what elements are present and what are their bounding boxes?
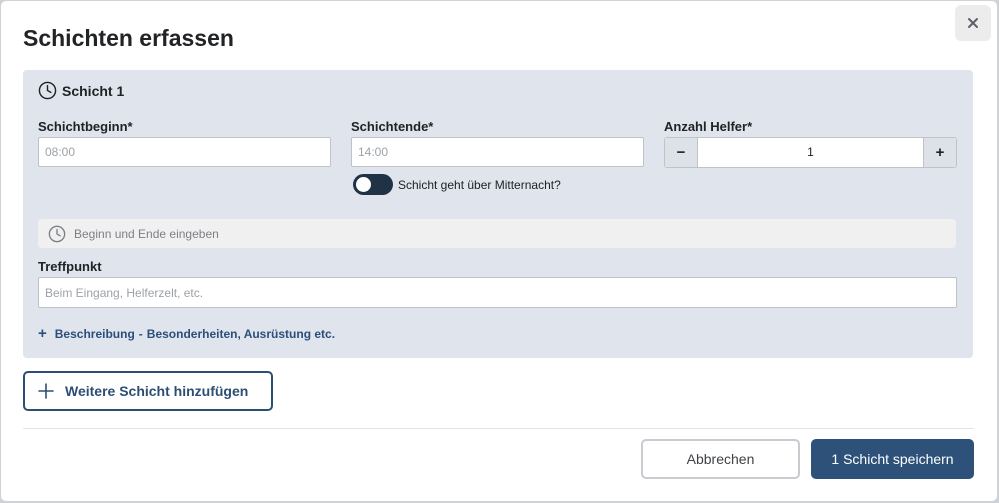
add-shift-button[interactable]: Weitere Schicht hinzufügen xyxy=(23,371,273,411)
shift-title: Schicht 1 xyxy=(62,82,125,99)
shift-start-label: Schichtbeginn* xyxy=(38,119,133,134)
decrement-button[interactable]: − xyxy=(665,138,698,167)
helpers-label: Anzahl Helfer* xyxy=(664,119,753,134)
description-hint: Besonderheiten, Ausrüstung etc. xyxy=(146,326,336,341)
plus-icon: + xyxy=(38,325,47,342)
shift-end-label: Schichtende* xyxy=(351,119,434,134)
helpers-stepper: − 1 + xyxy=(664,137,957,168)
close-icon xyxy=(968,18,978,28)
footer-divider xyxy=(23,428,974,429)
close-button[interactable] xyxy=(955,5,991,41)
overnight-row: Schicht geht über Mitternacht? xyxy=(353,174,561,195)
meeting-point-label: Treffpunkt xyxy=(38,259,102,274)
helpers-value[interactable]: 1 xyxy=(698,138,923,167)
save-button[interactable]: 1 Schicht speichern xyxy=(811,439,974,479)
shift-header: Schicht 1 xyxy=(38,81,124,100)
clock-icon xyxy=(38,81,57,100)
time-hint-text: Beginn und Ende eingeben xyxy=(74,226,219,241)
plus-icon xyxy=(38,383,54,399)
add-shift-label: Weitere Schicht hinzufügen xyxy=(65,383,249,399)
add-description-link[interactable]: + Beschreibung - Besonderheiten, Ausrüst… xyxy=(38,325,335,342)
overnight-toggle[interactable] xyxy=(353,174,393,195)
description-separator: - xyxy=(138,326,143,341)
description-label: Beschreibung xyxy=(54,326,135,341)
shift-start-input[interactable] xyxy=(38,137,331,167)
increment-button[interactable]: + xyxy=(923,138,956,167)
shift-end-input[interactable] xyxy=(351,137,644,167)
toggle-knob xyxy=(356,177,371,192)
dialog-title: Schichten erfassen xyxy=(23,25,234,51)
overnight-label: Schicht geht über Mitternacht? xyxy=(398,177,561,192)
meeting-point-input[interactable] xyxy=(38,277,957,308)
cancel-button[interactable]: Abbrechen xyxy=(641,439,800,479)
shift-card: Schicht 1 Schichtbeginn* Schichtende* An… xyxy=(23,70,973,358)
time-hint-bar: Beginn und Ende eingeben xyxy=(38,219,956,248)
dialog: Schichten erfassen Schicht 1 Schichtbegi… xyxy=(1,1,997,501)
clock-icon xyxy=(48,225,66,242)
